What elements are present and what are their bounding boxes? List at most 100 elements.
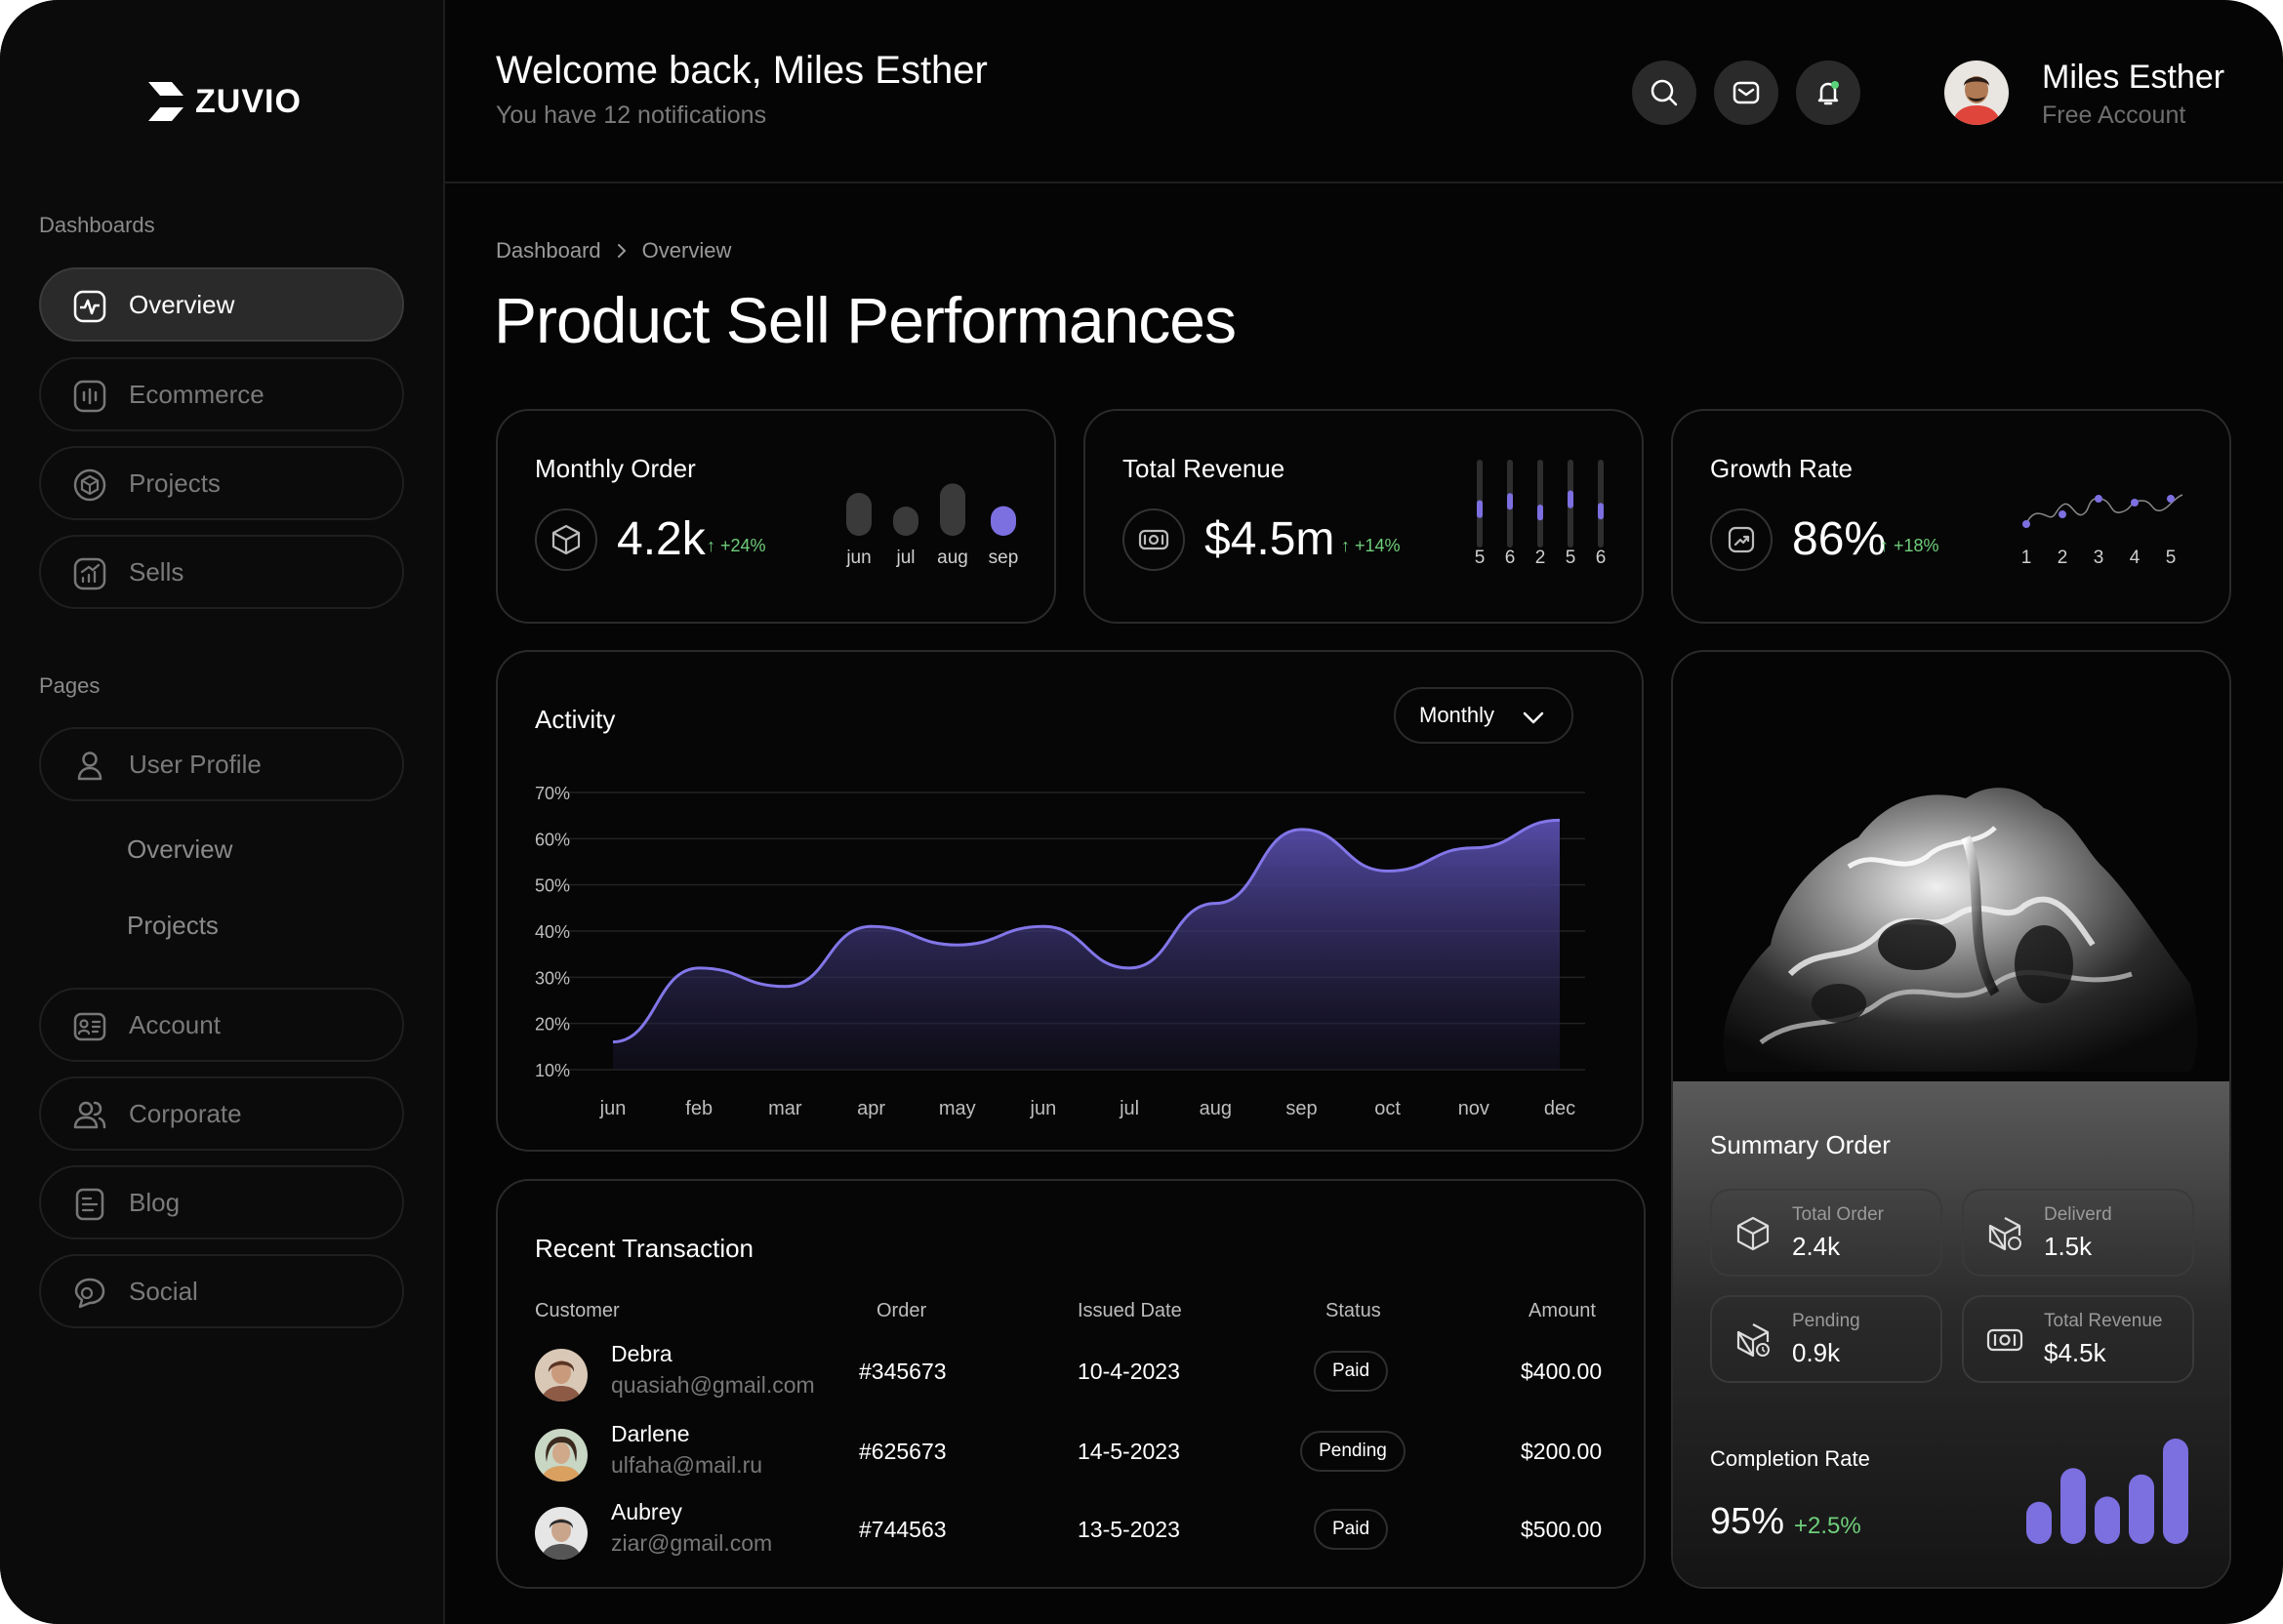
mini-tick-label: 6 (1505, 548, 1516, 567)
search-button[interactable] (1632, 61, 1696, 125)
column-header-amount: Amount (1529, 1300, 1596, 1321)
completion-bar (2095, 1496, 2120, 1544)
summary-label: Deliverd (2044, 1204, 2112, 1225)
sidebar-subitem-overview[interactable]: Overview (127, 834, 232, 865)
recent-transaction-title: Recent Transaction (535, 1234, 754, 1263)
issued-date: 10-4-2023 (1078, 1359, 1180, 1384)
sidebar-item-sells[interactable]: Sells (39, 535, 404, 609)
mini-bar (991, 506, 1016, 536)
sidebar-item-ecommerce[interactable]: Ecommerce (39, 357, 404, 431)
app-frame: ZUVIO Dashboards Overview Ecommerce Proj… (0, 0, 2283, 1624)
sidebar-item-overview[interactable]: Overview (39, 267, 404, 342)
order-id: #625673 (859, 1439, 947, 1464)
user-avatar[interactable] (1944, 61, 2009, 125)
growth-rate-delta: ↑ +18% (1880, 536, 1939, 555)
y-tick-label: 20% (535, 1015, 570, 1035)
breadcrumb: Dashboard Overview (496, 238, 731, 264)
sidebar-subitem-projects[interactable]: Projects (127, 911, 219, 941)
mini-month-label: sep (989, 548, 1019, 567)
x-tick-label: dec (1544, 1098, 1575, 1119)
customer-name: Darlene (611, 1421, 690, 1446)
breadcrumb-root[interactable]: Dashboard (496, 238, 601, 264)
mini-month-label: aug (937, 548, 968, 567)
mini-bar-fill (1507, 493, 1513, 510)
customer-name: Aubrey (611, 1499, 682, 1524)
sidebar-item-corporate[interactable]: Corporate (39, 1076, 404, 1151)
sidebar-item-label: Blog (129, 1187, 181, 1217)
notifications-button[interactable] (1796, 61, 1860, 125)
section-label-dashboards: Dashboards (39, 213, 155, 237)
monthly-order-label: Monthly Order (535, 454, 696, 483)
sidebar-item-projects[interactable]: Projects (39, 446, 404, 520)
completion-bar (2060, 1468, 2086, 1544)
brand-logo[interactable]: ZUVIO (146, 80, 302, 123)
total-revenue-value: $4.5m (1204, 513, 1335, 565)
completion-rate-label: Completion Rate (1710, 1446, 1870, 1471)
sidebar-item-label: Corporate (129, 1098, 242, 1128)
mini-bar-fill (1568, 490, 1573, 508)
summary-label: Total Order (1792, 1204, 1884, 1225)
section-label-pages: Pages (39, 673, 101, 698)
summary-value: $4.5k (2044, 1338, 2106, 1367)
column-header-issued-date: Issued Date (1078, 1300, 1182, 1321)
sidebar-item-user-profile[interactable]: User Profile (39, 727, 404, 801)
x-tick-label: nov (1458, 1098, 1489, 1119)
summary-delivered[interactable]: Deliverd 1.5k (1962, 1189, 2194, 1277)
customer-name: Debra (611, 1341, 673, 1366)
chrome-sculpture-image (1723, 788, 2198, 1072)
growth-rate-sparkline: 1 2 3 4 5 (2021, 494, 2183, 567)
completion-rate-bars (2026, 1439, 2188, 1544)
box-clock-icon (1736, 1323, 1770, 1358)
summary-total-revenue[interactable]: Total Revenue $4.5k (1962, 1295, 2194, 1383)
hexagon-icon (73, 468, 106, 502)
y-tick-label: 50% (535, 876, 570, 896)
status-badge: Paid (1314, 1509, 1388, 1550)
bars-icon (73, 380, 106, 413)
x-tick-label: apr (857, 1098, 885, 1119)
column-header-customer: Customer (535, 1300, 620, 1321)
sidebar-item-label: Social (129, 1276, 198, 1306)
activity-area-fill (613, 820, 1560, 1070)
growth-rate-label: Growth Rate (1710, 454, 1853, 483)
sidebar-item-label: User Profile (129, 749, 262, 779)
user-icon (77, 751, 102, 781)
brand-name: ZUVIO (195, 82, 302, 120)
mini-bar (846, 493, 872, 536)
mini-bar-fill (1477, 500, 1483, 518)
x-tick-label: aug (1200, 1098, 1232, 1119)
completion-bar (2026, 1501, 2052, 1544)
x-tick-label: sep (1285, 1098, 1317, 1119)
column-header-order: Order (877, 1300, 927, 1321)
sidebar-item-social[interactable]: Social (39, 1254, 404, 1328)
activity-icon (73, 290, 106, 323)
chart-up-icon (73, 557, 106, 590)
summary-value: 2.4k (1792, 1232, 1841, 1261)
mini-tick-label: 5 (1566, 548, 1576, 567)
column-header-status: Status (1325, 1300, 1381, 1321)
sidebar-item-blog[interactable]: Blog (39, 1165, 404, 1239)
x-tick-label: jun (599, 1098, 627, 1119)
sidebar-item-label: Ecommerce (129, 379, 265, 409)
mini-tick-label: 6 (1596, 548, 1607, 567)
customer-email: quasiah@gmail.com (611, 1372, 815, 1398)
monthly-order-card: Monthly Order 4.2k ↑ +24% jun jul aug se… (496, 409, 1056, 624)
top-header: Welcome back, Miles Esther You have 12 n… (445, 0, 2283, 183)
monthly-order-mini-chart: jun jul aug sep (845, 483, 1019, 567)
recent-transaction-card: Recent Transaction Customer Order Issued… (496, 1179, 1646, 1589)
summary-value: 0.9k (1792, 1338, 1841, 1367)
mini-month-label: jun (845, 548, 871, 567)
sidebar-item-label: Account (129, 1009, 221, 1039)
sidebar-item-label: Sells (129, 556, 184, 587)
sparkline-tick-label: 3 (2094, 548, 2104, 567)
total-revenue-label: Total Revenue (1122, 454, 1285, 483)
sidebar-item-account[interactable]: Account (39, 988, 404, 1062)
amount: $400.00 (1521, 1359, 1603, 1384)
mail-icon (1733, 81, 1760, 104)
user-name: Miles Esther (2042, 59, 2225, 96)
summary-total-order[interactable]: Total Order 2.4k (1710, 1189, 1942, 1277)
summary-pending[interactable]: Pending 0.9k (1710, 1295, 1942, 1383)
mini-tick-label: 2 (1535, 548, 1546, 567)
mini-bar-fill (1537, 505, 1543, 521)
messages-button[interactable] (1714, 61, 1778, 125)
growth-rate-value: 86% (1792, 513, 1887, 565)
